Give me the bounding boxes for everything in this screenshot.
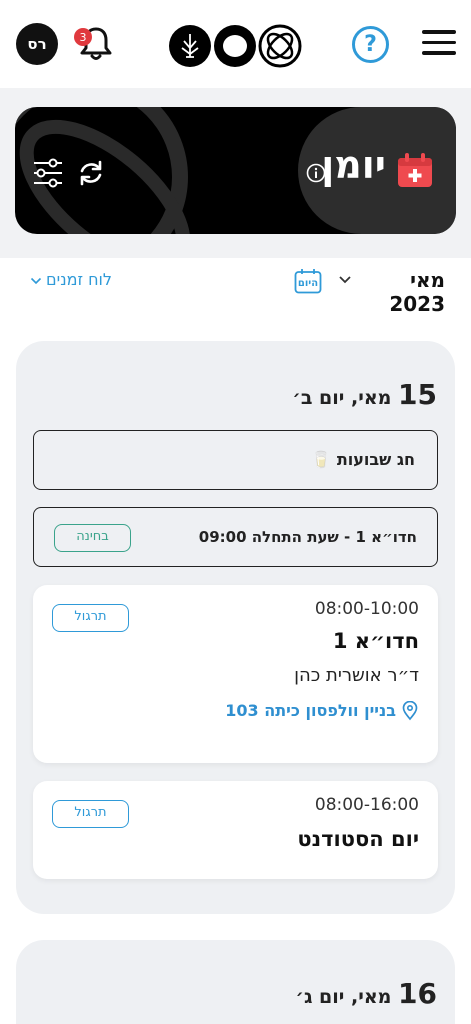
- hamburger-menu-button[interactable]: [422, 30, 456, 58]
- day-label: מאי, יום ב׳: [292, 387, 392, 409]
- day-label: מאי, יום ג׳: [295, 986, 392, 1008]
- day-number: 16: [398, 977, 437, 1010]
- lesson-time: 08:00-10:00: [314, 599, 419, 619]
- lesson-type-tag: תרגול: [52, 800, 129, 828]
- chevron-down-icon[interactable]: [30, 277, 42, 286]
- exam-tag: בחינה: [54, 524, 131, 552]
- location-pin-icon: [402, 701, 418, 721]
- day-heading: 16 מאי, יום ג׳: [296, 977, 437, 1010]
- day-heading: 15 מאי, יום ב׳: [292, 378, 437, 411]
- lesson-teacher: ד״ר אושרית כהן: [294, 665, 419, 686]
- holiday-text: חג שבועות 🥛: [311, 450, 415, 469]
- exam-item[interactable]: חדו״א 1 - שעת התחלה 09:00 בחינה: [33, 507, 438, 567]
- calendar-add-icon: [398, 153, 432, 187]
- lesson-title: חדו״א 1: [332, 629, 419, 653]
- notifications-button[interactable]: 3: [74, 24, 116, 64]
- chevron-down-icon[interactable]: [338, 275, 352, 285]
- today-button[interactable]: היום: [294, 268, 322, 294]
- menu-line: [422, 51, 456, 55]
- today-label: היום: [297, 278, 319, 289]
- holiday-banner: חג שבועות 🥛: [33, 430, 438, 490]
- exam-text: חדו״א 1 - שעת התחלה 09:00: [198, 528, 417, 546]
- day-number: 15: [398, 378, 437, 411]
- lesson-card[interactable]: 08:00-16:00 יום הסטודנט תרגול: [33, 781, 438, 879]
- lesson-type-tag: תרגול: [52, 604, 129, 632]
- user-avatar[interactable]: רס: [16, 23, 58, 65]
- lesson-time: 08:00-16:00: [314, 795, 419, 815]
- lesson-title: יום הסטודנט: [297, 827, 419, 851]
- lesson-location-link[interactable]: בניין וולפסון כיתה 103: [225, 701, 396, 720]
- help-button[interactable]: ?: [352, 26, 389, 63]
- lesson-card[interactable]: 08:00-10:00 חדו״א 1 ד״ר אושרית כהן בניין…: [33, 585, 438, 763]
- page-title: יומן: [321, 143, 386, 187]
- month-selector[interactable]: מאי 2023: [350, 268, 445, 316]
- refresh-icon[interactable]: [76, 158, 106, 188]
- timetable-label: לוח זמנים: [46, 270, 112, 289]
- menu-line: [422, 40, 456, 44]
- menu-line: [422, 30, 456, 34]
- app-header: רס 3 ?: [0, 0, 471, 88]
- info-icon[interactable]: [306, 163, 326, 183]
- filter-sliders-icon[interactable]: [32, 157, 64, 189]
- university-logo[interactable]: [168, 24, 302, 68]
- notification-count-badge: 3: [74, 28, 92, 46]
